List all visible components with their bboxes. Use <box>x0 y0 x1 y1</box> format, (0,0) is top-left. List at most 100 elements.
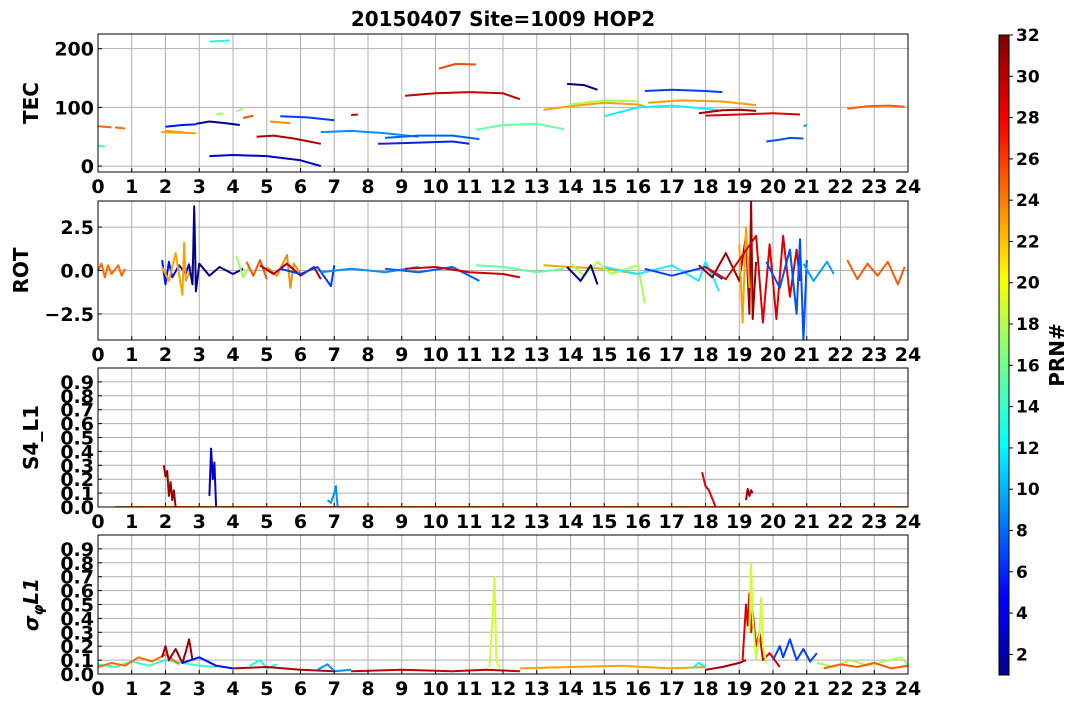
series-line-prn-21 <box>748 561 768 664</box>
x-tick-label: 17 <box>659 176 685 198</box>
x-tick-label: 1 <box>125 344 138 366</box>
colorbar-tick-label: 32 <box>1016 26 1040 46</box>
x-tick-label: 23 <box>861 678 887 700</box>
x-tick-label: 20 <box>760 176 786 198</box>
series-line-prn-24 <box>519 664 706 670</box>
series-line-prn-6 <box>772 638 818 663</box>
x-tick-label: 21 <box>794 176 820 198</box>
y-tick-label: 2.5 <box>60 217 94 239</box>
x-tick-label: 24 <box>895 344 921 366</box>
figure-canvas: 20150407 Site=1009 HOP2 0 1 2 3 4 5 6 7 8 9 10 11 12… <box>9 7 1069 700</box>
x-tick-label: 23 <box>861 511 887 533</box>
series-line-prn-10 <box>803 124 808 128</box>
series-line-prn-9 <box>326 485 339 507</box>
x-tick-label: 1 <box>125 678 138 700</box>
x-tick-label: 10 <box>422 678 448 700</box>
x-tick-label: 13 <box>524 176 550 198</box>
x-tick-label: 22 <box>827 176 853 198</box>
colorbar-tick-label: 20 <box>1016 274 1040 294</box>
x-tick-label: 5 <box>260 678 273 700</box>
colorbar-tick-label: 2 <box>1016 645 1028 665</box>
x-tick-label: 1 <box>125 511 138 533</box>
series-line-prn-5 <box>644 88 723 94</box>
x-tick-label: 19 <box>726 511 752 533</box>
series-line-prn-26 <box>438 62 477 70</box>
series-line-prn-31 <box>705 659 747 671</box>
x-tick-label: 2 <box>159 678 172 700</box>
x-tick-label: 11 <box>456 511 482 533</box>
x-tick-label: 9 <box>395 678 408 700</box>
series-line-prn-7 <box>384 134 480 141</box>
series-line-prn-18 <box>215 112 224 116</box>
x-tick-label: 19 <box>726 344 752 366</box>
x-tick-label: 17 <box>659 511 685 533</box>
x-tick-label: 8 <box>361 678 374 700</box>
colorbar-gradient <box>998 34 1010 676</box>
x-tick-label: 3 <box>193 511 206 533</box>
series-line-prn-6 <box>765 238 808 340</box>
x-tick-label: 24 <box>895 176 921 198</box>
series-line-prn-10 <box>802 260 835 282</box>
x-tick-label: 13 <box>524 344 550 366</box>
series-line-prn-2 <box>188 205 244 293</box>
series-line-prn-26 <box>846 259 906 286</box>
x-tick-label: 23 <box>861 176 887 198</box>
colorbar-tick-label: 14 <box>1016 398 1040 418</box>
x-tick-label: 6 <box>294 678 307 700</box>
x-tick-label: 4 <box>226 176 239 198</box>
x-tick-label: 3 <box>193 678 206 700</box>
x-tick-label: 2 <box>159 344 172 366</box>
y-tick-label: 200 <box>54 39 94 61</box>
x-tick-label: 21 <box>794 511 820 533</box>
x-tick-label: 11 <box>456 678 482 700</box>
colorbar: 2468101214161820222426283032 PRN# <box>998 26 1069 676</box>
series-line-prn-28 <box>705 112 801 117</box>
x-tick-label: 10 <box>422 511 448 533</box>
x-tick-label: 20 <box>760 678 786 700</box>
x-tick-label: 6 <box>294 344 307 366</box>
colorbar-tick-label: 24 <box>1016 191 1040 211</box>
series-line-prn-26 <box>242 114 254 119</box>
x-tick-label: 12 <box>490 176 516 198</box>
x-tick-label: 5 <box>260 511 273 533</box>
y-tick-label: 100 <box>54 97 94 119</box>
y-tick-label: 0.0 <box>60 261 94 283</box>
colorbar-tick-label: 30 <box>1016 67 1040 87</box>
y-axis-label: S4_L1 <box>19 405 43 470</box>
x-tick-label: 4 <box>226 511 239 533</box>
series-line-prn-3 <box>209 154 322 168</box>
x-tick-label: 21 <box>794 678 820 700</box>
x-tick-label: 12 <box>490 678 516 700</box>
x-tick-label: 18 <box>692 344 718 366</box>
panel-tec: 0 1 2 3 4 5 6 7 8 9 10 11 12 13 14 15 16 17 18 19 20 21 22 23 24… <box>19 33 921 198</box>
colorbar-tick-label: 12 <box>1016 439 1040 459</box>
y-tick-label: 0.9 <box>60 372 94 394</box>
x-tick-label: 13 <box>524 678 550 700</box>
colorbar-tick-label: 18 <box>1016 315 1040 335</box>
x-tick-label: 18 <box>692 678 718 700</box>
x-tick-label: 19 <box>726 678 752 700</box>
x-tick-label: 10 <box>422 344 448 366</box>
series-line-prn-29 <box>256 134 321 145</box>
series-line-prn-13 <box>209 39 230 43</box>
colorbar-tick-label: 28 <box>1016 109 1040 129</box>
series-line-prn-3 <box>208 447 218 507</box>
x-tick-label: 15 <box>591 344 617 366</box>
colorbar-tick-label: 16 <box>1016 356 1040 376</box>
x-tick-label: 2 <box>159 176 172 198</box>
x-tick-label: 8 <box>361 511 374 533</box>
colorbar-tick-label: 10 <box>1016 480 1040 500</box>
colorbar-tick-label: 6 <box>1016 563 1028 583</box>
panel-rot: 0 1 2 3 4 5 6 7 8 9 10 11 12 13 14 15 16 17 18 19 20 21 22 23 24… <box>9 200 921 366</box>
series-line-prn-25 <box>270 120 291 125</box>
x-tick-label: 16 <box>625 678 651 700</box>
series-line-prn-26 <box>98 125 112 129</box>
series-line-prn-31 <box>745 487 754 501</box>
x-tick-label: 9 <box>395 511 408 533</box>
x-tick-label: 22 <box>827 511 853 533</box>
x-tick-label: 1 <box>125 176 138 198</box>
x-tick-label: 11 <box>456 344 482 366</box>
x-tick-label: 22 <box>827 678 853 700</box>
colorbar-tick-label: 22 <box>1016 232 1040 252</box>
panel-s4-l1: 0 1 2 3 4 5 6 7 8 9 10 11 12 13 14 15 16 17 18 19 20 21 22 23 24… <box>19 367 921 533</box>
